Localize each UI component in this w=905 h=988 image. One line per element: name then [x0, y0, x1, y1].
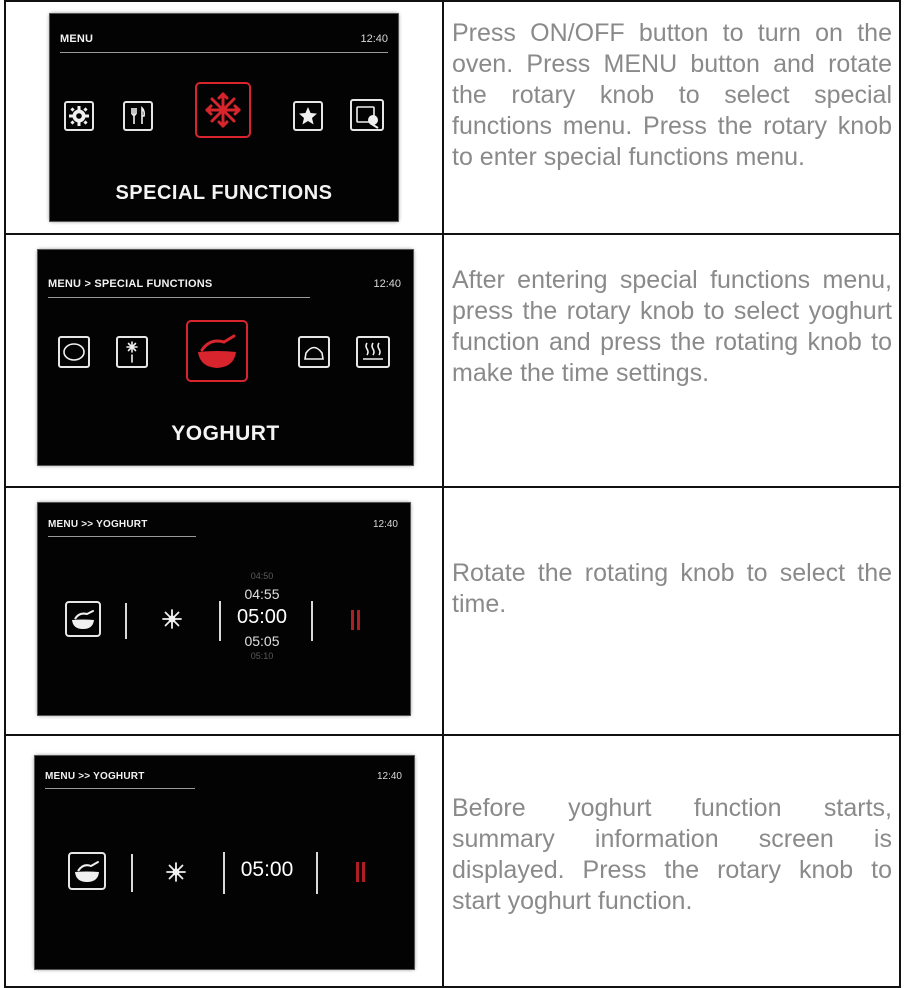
screen-breadcrumb: MENU >> YOGHURT — [45, 771, 145, 782]
snowflake-icon — [195, 82, 251, 138]
pause-icon — [356, 862, 366, 882]
time-option[interactable]: 04:50 — [228, 571, 296, 581]
screen-divider — [60, 52, 388, 53]
steam-icon — [356, 336, 390, 368]
screen-separator — [131, 854, 133, 892]
step-description: Press ON/OFF button to turn on the oven.… — [452, 19, 892, 171]
screen-function-label: YOGHURT — [171, 422, 280, 445]
row-divider — [6, 233, 899, 235]
sun-icon — [162, 609, 182, 629]
screen-divider — [48, 297, 310, 298]
thaw-icon — [116, 336, 148, 368]
screen-time: 12:40 — [372, 519, 398, 530]
oven-screen-special-functions: MENU > SPECIAL FUNCTIONS 12:40 YOGHURT — [38, 250, 413, 465]
yoghurt-bowl-icon — [186, 320, 248, 382]
yoghurt-bowl-icon — [65, 601, 101, 637]
defrost-dish-icon — [58, 336, 90, 368]
gear-icon — [64, 101, 94, 131]
screen-breadcrumb: MENU > SPECIAL FUNCTIONS — [48, 278, 213, 290]
screen-time: 12:40 — [373, 278, 401, 290]
screen-time: 12:40 — [376, 771, 402, 782]
screen-separator — [125, 603, 127, 639]
time-option[interactable]: 05:05 — [228, 633, 296, 649]
screen-breadcrumb: MENU >> YOGHURT — [48, 519, 148, 530]
oven-screen-time-selection: MENU >> YOGHURT 12:40 04:50 04:55 05:00 … — [38, 503, 410, 715]
table-border-top — [6, 0, 899, 2]
screen-function-label: SPECIAL FUNCTIONS — [115, 182, 333, 204]
screen-separator — [219, 601, 221, 641]
time-option[interactable]: 05:10 — [228, 651, 296, 661]
screen-separator — [311, 601, 313, 641]
screen-divider — [45, 788, 195, 789]
column-divider — [442, 0, 444, 988]
cleaning-icon — [350, 99, 384, 131]
time-option[interactable]: 04:55 — [228, 586, 296, 602]
oven-screen-summary: MENU >> YOGHURT 12:40 05:00 — [35, 756, 414, 969]
oven-screen-menu: MENU 12:40 SPECIAL FUNCTIONS — [50, 14, 398, 221]
sun-icon — [166, 862, 186, 882]
screen-divider — [48, 536, 196, 537]
screen-time: 12:40 — [360, 33, 388, 45]
selected-time: 05:00 — [240, 858, 294, 881]
step-description: Before yoghurt function starts, summary … — [452, 794, 892, 915]
star-icon — [293, 101, 323, 131]
yoghurt-bowl-icon — [68, 852, 106, 890]
row-divider — [6, 486, 899, 488]
screen-separator — [316, 852, 318, 894]
screen-separator — [223, 852, 225, 894]
screen-breadcrumb: MENU — [60, 33, 94, 45]
row-divider — [6, 734, 899, 736]
time-option-selected[interactable]: 05:00 — [228, 606, 296, 629]
pause-icon — [351, 610, 361, 630]
step-description: Rotate the rotating knob to select the t… — [452, 559, 892, 618]
cutlery-icon — [123, 101, 153, 131]
dough-icon — [298, 336, 330, 368]
step-description: After entering special functions menu, p… — [452, 266, 892, 387]
